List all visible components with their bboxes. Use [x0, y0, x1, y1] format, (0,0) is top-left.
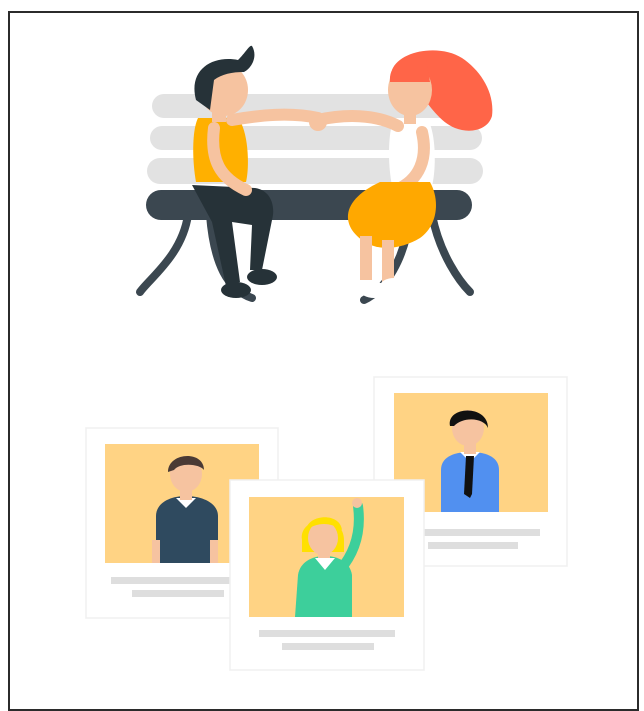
- profile-cards-illustration: [85, 376, 568, 671]
- profile-card-center: [229, 479, 425, 671]
